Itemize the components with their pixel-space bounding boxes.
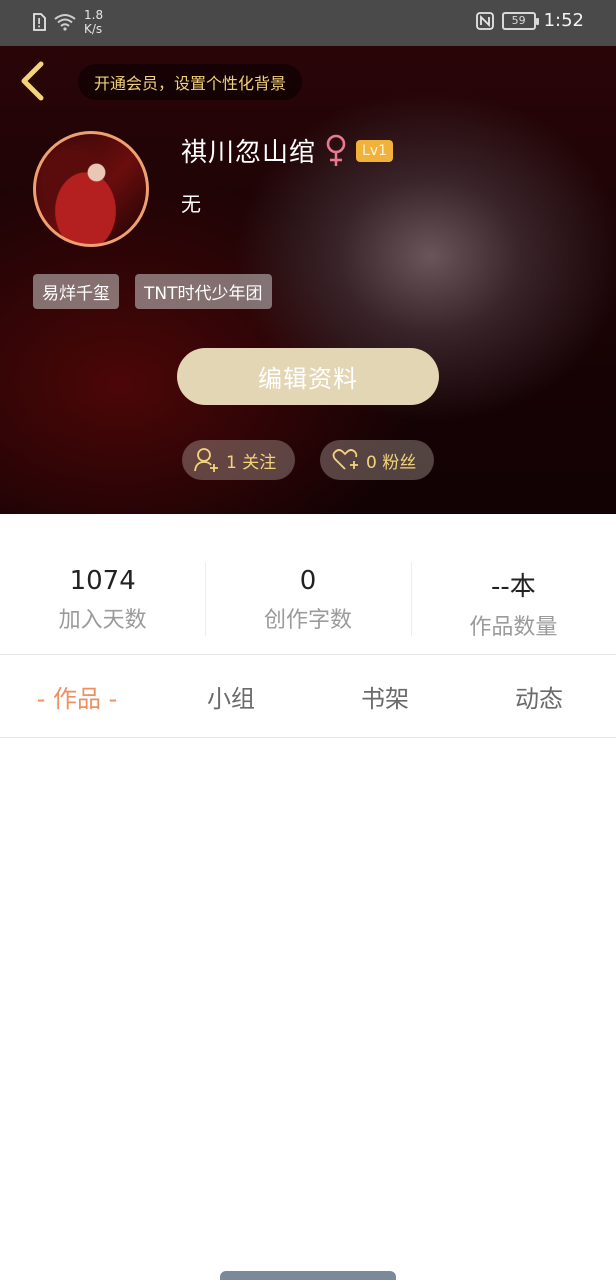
battery-icon: 59 xyxy=(501,11,539,30)
battery-level: 59 xyxy=(511,14,526,27)
stat-label: 创作字数 xyxy=(263,608,352,633)
network-speed: 1.8 K/s xyxy=(84,8,103,36)
clock: 1:52 xyxy=(543,10,584,31)
female-icon xyxy=(326,134,346,166)
stat-label: 加入天数 xyxy=(58,608,147,633)
name-row: 祺川忽山绾 Lv1 xyxy=(181,132,394,169)
user-bio: 无 xyxy=(181,192,201,216)
fans-button[interactable]: 0 粉丝 xyxy=(320,440,434,480)
divider xyxy=(0,737,616,738)
tab-bookshelf[interactable]: 书架 xyxy=(308,655,462,737)
stat-value: 0 xyxy=(299,566,317,596)
stat-value: --本 xyxy=(490,572,536,602)
back-button[interactable] xyxy=(14,58,52,104)
interest-tags: 易烊千玺 TNT时代少年团 xyxy=(33,274,272,309)
stat-label: 作品数量 xyxy=(469,615,558,640)
avatar[interactable] xyxy=(33,131,149,247)
stat-word-count: 0 创作字数 xyxy=(205,548,410,638)
speed-value: 1.8 xyxy=(84,8,104,22)
speed-unit: K/s xyxy=(84,22,103,36)
add-user-icon xyxy=(194,448,218,472)
stats-row: 1074 加入天数 0 创作字数 --本 作品数量 xyxy=(0,548,616,640)
fans-count: 0 粉丝 xyxy=(366,452,417,473)
profile-header: 开通会员，设置个性化背景 祺川忽山绾 Lv1 无 易烊千玺 TNT时代少年团 编… xyxy=(0,46,616,514)
heart-plus-icon xyxy=(332,449,358,470)
home-indicator[interactable] xyxy=(220,1271,396,1280)
profile-tabs: - 作品 - 小组 书架 动态 xyxy=(0,655,616,737)
status-right: 59 1:52 xyxy=(475,10,584,31)
wifi-icon xyxy=(54,14,76,31)
user-name: 祺川忽山绾 xyxy=(181,138,317,168)
chevron-left-icon xyxy=(21,61,44,101)
tag-item[interactable]: 易烊千玺 xyxy=(33,274,119,309)
level-badge: Lv1 xyxy=(356,139,394,162)
status-bar: 1.8 K/s 59 1:52 xyxy=(0,0,616,46)
tab-groups[interactable]: 小组 xyxy=(154,655,308,737)
tag-item[interactable]: TNT时代少年团 xyxy=(135,274,272,309)
nfc-icon xyxy=(475,11,494,30)
stat-works-count: --本 作品数量 xyxy=(410,548,616,640)
tab-works[interactable]: - 作品 - xyxy=(0,655,154,737)
stat-value: 1074 xyxy=(69,566,136,596)
following-button[interactable]: 1 关注 xyxy=(182,440,295,480)
following-count: 1 关注 xyxy=(226,452,277,473)
vip-background-prompt[interactable]: 开通会员，设置个性化背景 xyxy=(78,64,303,100)
tab-activity[interactable]: 动态 xyxy=(462,655,616,737)
sim-alert-icon xyxy=(33,13,46,31)
stat-join-days: 1074 加入天数 xyxy=(0,548,205,638)
status-left: 1.8 K/s xyxy=(32,8,103,36)
edit-profile-button[interactable]: 编辑资料 xyxy=(177,348,439,405)
